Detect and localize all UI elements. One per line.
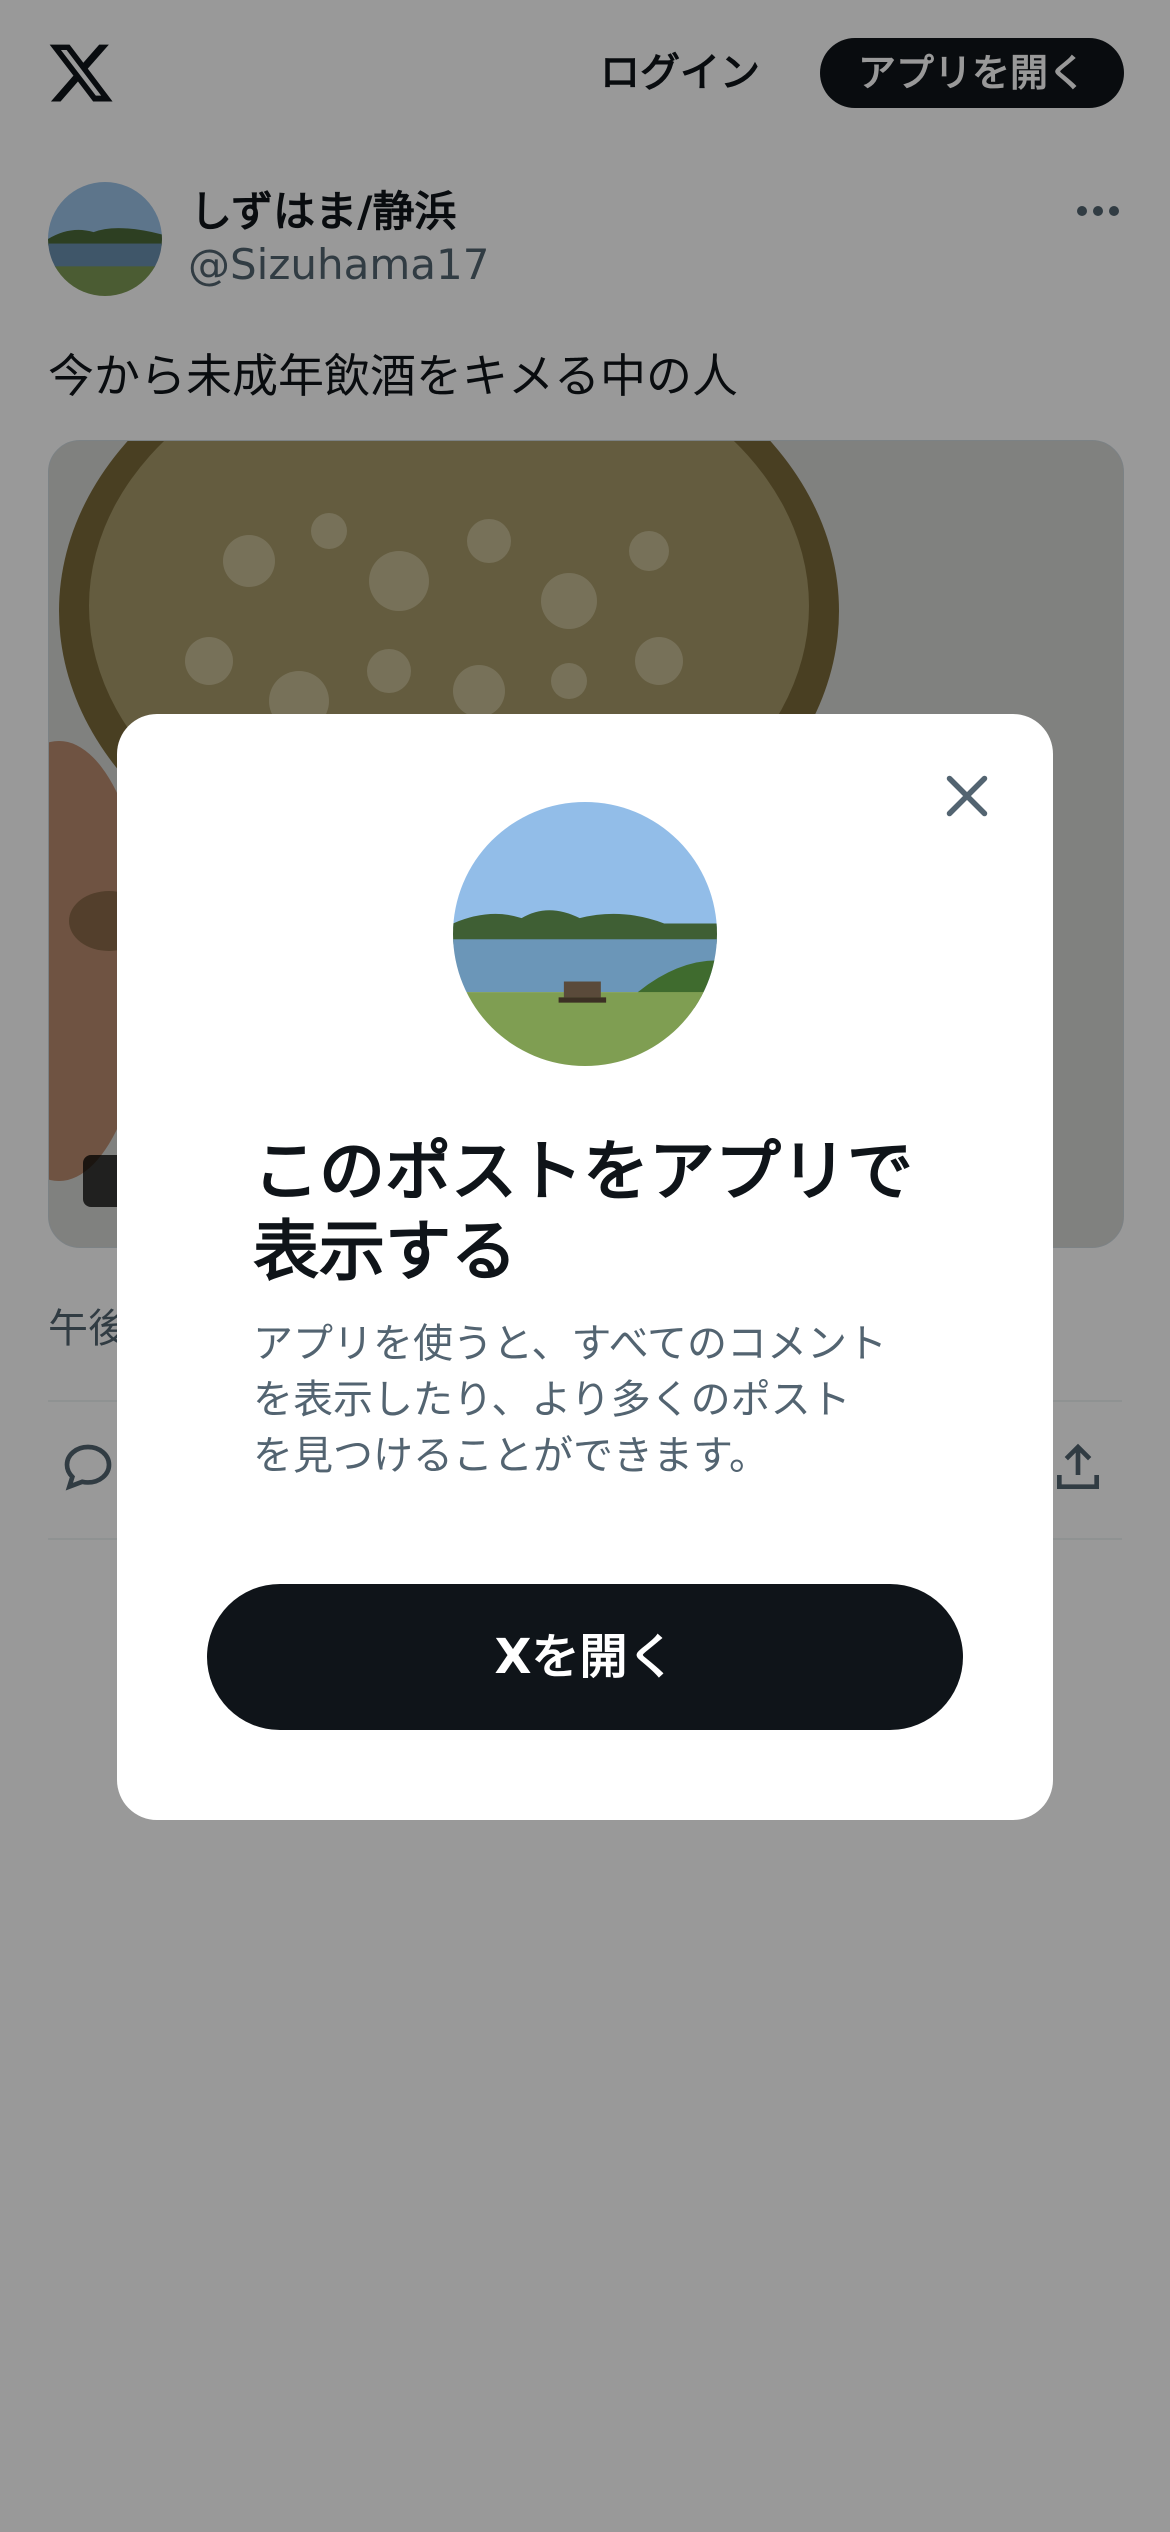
open-in-app-dialog: このポストをアプリで 表示する アプリを使うと、すべてのコメント を表示したり、… xyxy=(117,714,1053,1820)
open-x-button[interactable]: Xを開く xyxy=(207,1584,963,1730)
close-icon[interactable] xyxy=(937,766,997,826)
dialog-title: このポストをアプリで 表示する xyxy=(253,1133,913,1290)
dialog-description: アプリを使うと、すべてのコメント を表示したり、より多くのポスト を見つけること… xyxy=(253,1321,887,1479)
dialog-avatar xyxy=(453,802,717,1066)
